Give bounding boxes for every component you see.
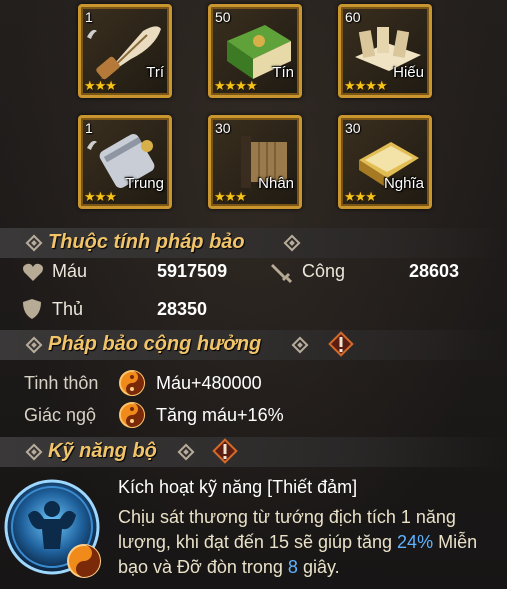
diamond-ornament-icon <box>25 443 43 461</box>
attributes-section-header: Thuộc tính pháp bảo <box>0 228 507 258</box>
resonance-title: Pháp bảo cộng hưởng <box>48 333 262 355</box>
treasure-name: Hiếu <box>393 64 424 81</box>
treasure-level: 1 <box>85 120 93 136</box>
star-rating: ★★★★ <box>214 78 258 93</box>
skill-description: Chịu sát thương từ tướng địch tích 1 năn… <box>118 505 503 580</box>
diamond-ornament-icon <box>291 336 309 354</box>
treasure-level: 60 <box>345 9 361 25</box>
skill-seconds: 8 <box>287 557 298 577</box>
treasure-name: Trí <box>146 64 164 81</box>
skill-section-header: Kỹ năng bộ <box>0 437 507 467</box>
diamond-ornament-icon <box>25 234 43 252</box>
resonance-label: Giác ngộ <box>24 405 97 425</box>
diamond-ornament-icon <box>283 234 301 252</box>
treasure-card-nghia[interactable]: 30 Nghĩa ★★★ <box>338 115 432 209</box>
treasure-level: 50 <box>215 9 231 25</box>
skill-warrior-icon[interactable] <box>2 475 110 583</box>
yin-yang-icon <box>119 370 145 396</box>
atk-value: 28603 <box>409 261 460 281</box>
diamond-ornament-icon <box>25 336 43 354</box>
yin-yang-icon <box>119 402 145 428</box>
treasure-card-tin[interactable]: 50 Tín ★★★★ <box>208 4 302 98</box>
treasure-level: 30 <box>345 120 361 136</box>
diamond-ornament-icon <box>177 443 195 461</box>
treasure-level: 30 <box>215 120 231 136</box>
sword-icon <box>271 264 292 283</box>
heart-icon <box>23 263 43 281</box>
star-rating: ★★★★ <box>344 78 388 93</box>
treasure-card-nhan[interactable]: 30 Nhân ★★★ <box>208 115 302 209</box>
resonance-value: Máu+480000 <box>156 373 262 393</box>
hp-value: 5917509 <box>157 261 228 281</box>
treasure-name: Nhân <box>258 175 294 192</box>
hp-label: Máu <box>52 261 88 281</box>
treasure-name: Nghĩa <box>383 175 424 192</box>
clover-icon <box>87 140 97 150</box>
warning-icon[interactable] <box>212 438 238 464</box>
skill-title: Kích hoạt kỹ năng [Thiết đảm] <box>118 477 358 497</box>
resonance-section-header: Pháp bảo cộng hưởng <box>0 330 507 360</box>
skill-section-title: Kỹ năng bộ <box>48 440 157 462</box>
def-value: 28350 <box>157 299 208 319</box>
treasure-card-hieu[interactable]: 60 Hiếu ★★★★ <box>338 4 432 98</box>
star-rating: ★★★ <box>84 78 117 93</box>
star-rating: ★★★ <box>214 189 247 204</box>
skill-desc-part: giây. <box>297 557 340 577</box>
treasure-card-tri[interactable]: 1 Trí ★★★ <box>78 4 172 98</box>
star-rating: ★★★ <box>84 189 117 204</box>
def-label: Thủ <box>52 299 84 319</box>
treasure-card-trung[interactable]: 1 Trung ★★★ <box>78 115 172 209</box>
treasure-name: Tín <box>272 64 294 81</box>
atk-label: Công <box>302 261 346 281</box>
star-rating: ★★★ <box>344 189 377 204</box>
skill-percent: 24% <box>397 532 434 552</box>
warning-icon[interactable] <box>328 331 354 357</box>
shield-icon <box>23 299 41 319</box>
resonance-value: Tăng máu+16% <box>156 405 284 425</box>
clover-icon <box>87 29 97 39</box>
treasure-level: 1 <box>85 9 93 25</box>
treasure-name: Trung <box>125 175 164 192</box>
resonance-label: Tinh thôn <box>24 373 99 393</box>
attributes-title: Thuộc tính pháp bảo <box>48 231 245 253</box>
